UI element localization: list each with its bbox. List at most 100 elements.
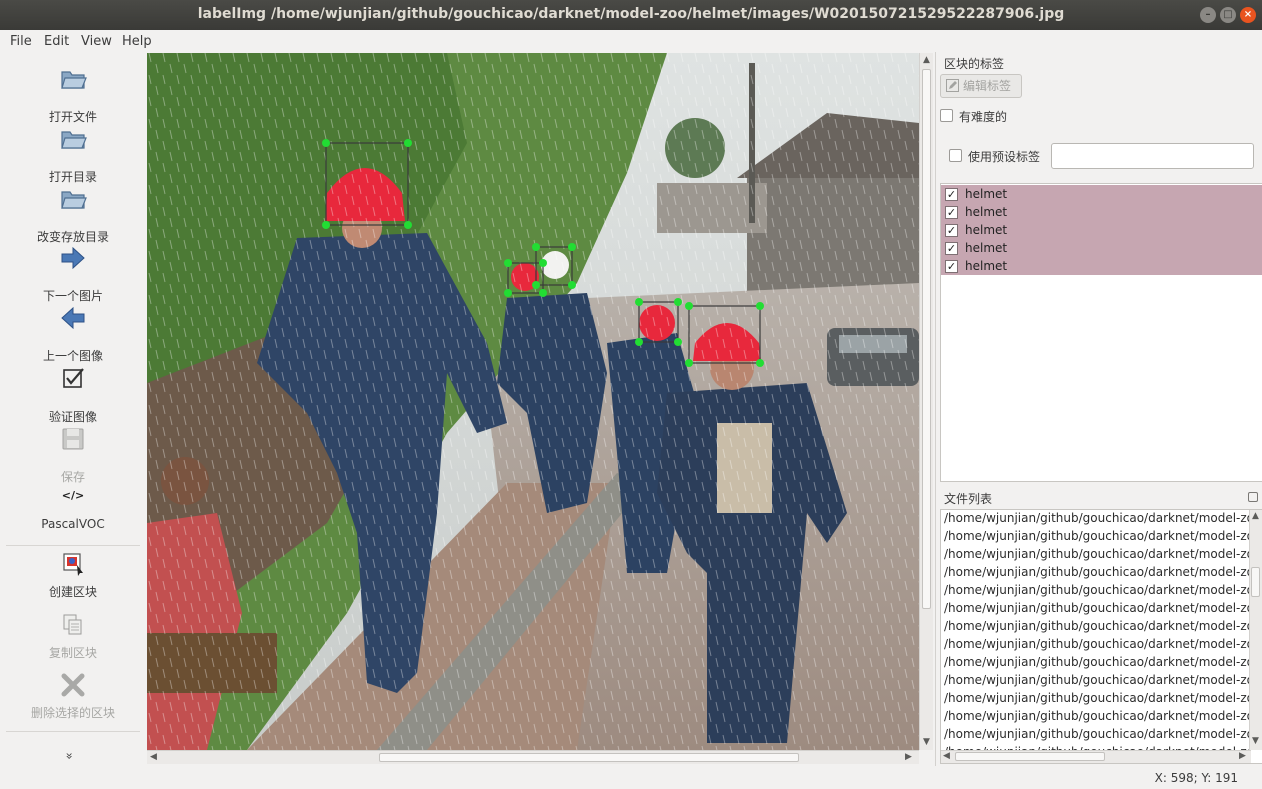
label-item[interactable]: ✓ helmet (941, 239, 1262, 257)
canvas-horizontal-scrollbar[interactable]: ◀ ▶ (147, 750, 919, 764)
folder-icon (61, 131, 87, 149)
toolbar-separator (6, 731, 140, 732)
label-item[interactable]: ✓ helmet (941, 185, 1262, 203)
folder-icon (61, 71, 87, 89)
format-label: PascalVOC (41, 517, 105, 531)
file-list-horizontal-scrollbar[interactable]: ◀ ▶ (941, 750, 1251, 763)
next-image-label: 下一个图片 (42, 289, 103, 303)
toolbar-extension-button[interactable]: » (63, 752, 77, 759)
use-default-label-text: 使用预设标签 (968, 150, 1041, 164)
default-label-input[interactable] (1051, 143, 1254, 169)
scroll-left-arrow-icon[interactable]: ◀ (943, 751, 950, 761)
file-list-vertical-scrollbar[interactable]: ▲ ▼ (1249, 510, 1262, 750)
copy-icon (63, 614, 82, 635)
status-bar: X: 598; Y: 191 (0, 766, 1262, 789)
file-item[interactable]: /home/wjunjian/github/gouchicao/darknet/… (944, 529, 1249, 547)
difficult-checkbox[interactable] (940, 109, 953, 122)
file-item[interactable]: /home/wjunjian/github/gouchicao/darknet/… (944, 727, 1249, 745)
right-dock: 区块的标签 编辑标签 有难度的 使用预设标签 ✓ helmet ✓ helmet… (935, 52, 1262, 766)
open-file-label: 打开文件 (48, 110, 97, 124)
label-checkbox[interactable]: ✓ (945, 242, 958, 255)
file-item[interactable]: /home/wjunjian/github/gouchicao/darknet/… (944, 637, 1249, 655)
cursor-coordinates: X: 598; Y: 191 (1154, 771, 1238, 785)
maximize-button[interactable]: □ (1220, 7, 1236, 23)
verify-image-button[interactable]: 验证图像 (0, 364, 146, 424)
file-item[interactable]: /home/wjunjian/github/gouchicao/darknet/… (944, 655, 1249, 673)
menu-help[interactable]: Help (122, 34, 152, 49)
prev-image-button[interactable]: 上一个图像 (0, 303, 146, 363)
file-list[interactable]: /home/wjunjian/github/gouchicao/darknet/… (940, 509, 1262, 764)
save-label: 保存 (60, 470, 85, 484)
canvas-vscroll-thumb[interactable] (922, 69, 931, 609)
scroll-down-arrow-icon[interactable]: ▼ (1252, 736, 1259, 746)
file-item[interactable]: /home/wjunjian/github/gouchicao/darknet/… (944, 601, 1249, 619)
pencil-icon (946, 79, 959, 92)
floppy-disk-icon (62, 428, 84, 450)
minimize-button[interactable]: – (1200, 7, 1216, 23)
title-bar: labelImg /home/wjunjian/github/gouchicao… (0, 0, 1262, 30)
scroll-left-arrow-icon[interactable]: ◀ (150, 752, 157, 762)
label-checkbox[interactable]: ✓ (945, 224, 958, 237)
menu-edit[interactable]: Edit (44, 34, 69, 49)
scroll-up-arrow-icon[interactable]: ▲ (1252, 511, 1259, 521)
file-item[interactable]: /home/wjunjian/github/gouchicao/darknet/… (944, 673, 1249, 691)
file-item[interactable]: /home/wjunjian/github/gouchicao/darknet/… (944, 547, 1249, 565)
menu-view[interactable]: View (81, 34, 112, 49)
scroll-right-arrow-icon[interactable]: ▶ (1239, 751, 1246, 761)
code-icon: </> (61, 489, 85, 502)
canvas-vertical-scrollbar[interactable]: ▲ ▼ (919, 53, 933, 750)
edit-label-button[interactable]: 编辑标签 (940, 74, 1022, 98)
file-list-vscroll-thumb[interactable] (1251, 567, 1260, 597)
toolbar-separator (6, 545, 140, 546)
file-item[interactable]: /home/wjunjian/github/gouchicao/darknet/… (944, 565, 1249, 583)
create-box-button[interactable]: 创建区块 (0, 549, 146, 607)
label-checkbox[interactable]: ✓ (945, 260, 958, 273)
label-item[interactable]: ✓ helmet (941, 257, 1262, 275)
use-default-label-checkbox[interactable] (949, 149, 962, 162)
labels-list[interactable]: ✓ helmet ✓ helmet ✓ helmet ✓ helmet ✓ he… (940, 183, 1262, 482)
canvas-hscroll-thumb[interactable] (379, 753, 799, 762)
difficult-label: 有难度的 (959, 110, 1008, 124)
label-text: helmet (965, 223, 1008, 237)
cross-icon (61, 673, 85, 697)
open-dir-button[interactable]: 打开目录 (0, 124, 146, 184)
label-text: helmet (965, 187, 1008, 201)
arrow-left-icon (61, 306, 85, 330)
delete-box-button[interactable]: 删除选择的区块 (0, 670, 146, 728)
close-button[interactable]: × (1240, 7, 1256, 23)
file-item[interactable]: /home/wjunjian/github/gouchicao/darknet/… (944, 619, 1249, 637)
annotated-photo (147, 53, 919, 750)
labelimg-window: labelImg /home/wjunjian/github/gouchicao… (0, 0, 1262, 789)
menu-file[interactable]: File (10, 34, 32, 49)
arrow-right-icon (61, 246, 85, 270)
duplicate-box-button[interactable]: 复制区块 (0, 610, 146, 668)
tool-bar: 打开文件 打开目录 改变存放目录 下一个图片 上一个图像 验证图像 保存 </>… (0, 52, 146, 766)
draw-box-icon (63, 553, 83, 576)
image-canvas[interactable]: ▲ ▼ ◀ ▶ (146, 52, 935, 766)
label-checkbox[interactable]: ✓ (945, 188, 958, 201)
file-item[interactable]: /home/wjunjian/github/gouchicao/darknet/… (944, 709, 1249, 727)
file-item[interactable]: /home/wjunjian/github/gouchicao/darknet/… (944, 583, 1249, 601)
next-image-button[interactable]: 下一个图片 (0, 243, 146, 303)
file-list-title: 文件列表 (944, 492, 993, 506)
window-title: labelImg /home/wjunjian/github/gouchicao… (197, 6, 1065, 22)
format-toggle-button[interactable]: </> PascalVOC (0, 485, 146, 543)
label-item[interactable]: ✓ helmet (941, 221, 1262, 239)
file-item[interactable]: /home/wjunjian/github/gouchicao/darknet/… (944, 691, 1249, 709)
edit-label-text: 编辑标签 (963, 79, 1012, 93)
change-save-dir-button[interactable]: 改变存放目录 (0, 184, 146, 244)
label-checkbox[interactable]: ✓ (945, 206, 958, 219)
dock-float-icon[interactable] (1248, 492, 1258, 502)
label-item[interactable]: ✓ helmet (941, 203, 1262, 221)
scroll-up-arrow-icon[interactable]: ▲ (923, 55, 930, 65)
menu-bar: File Edit View Help (0, 30, 1262, 52)
open-file-button[interactable]: 打开文件 (0, 64, 146, 124)
folder-icon (61, 191, 87, 209)
file-item[interactable]: /home/wjunjian/github/gouchicao/darknet/… (944, 511, 1249, 529)
save-button[interactable]: 保存 (0, 424, 146, 484)
file-list-hscroll-thumb[interactable] (955, 752, 1105, 761)
scroll-down-arrow-icon[interactable]: ▼ (923, 737, 930, 747)
duplicate-box-label: 复制区块 (48, 646, 97, 660)
scroll-right-arrow-icon[interactable]: ▶ (905, 752, 912, 762)
open-dir-label: 打开目录 (48, 170, 97, 184)
